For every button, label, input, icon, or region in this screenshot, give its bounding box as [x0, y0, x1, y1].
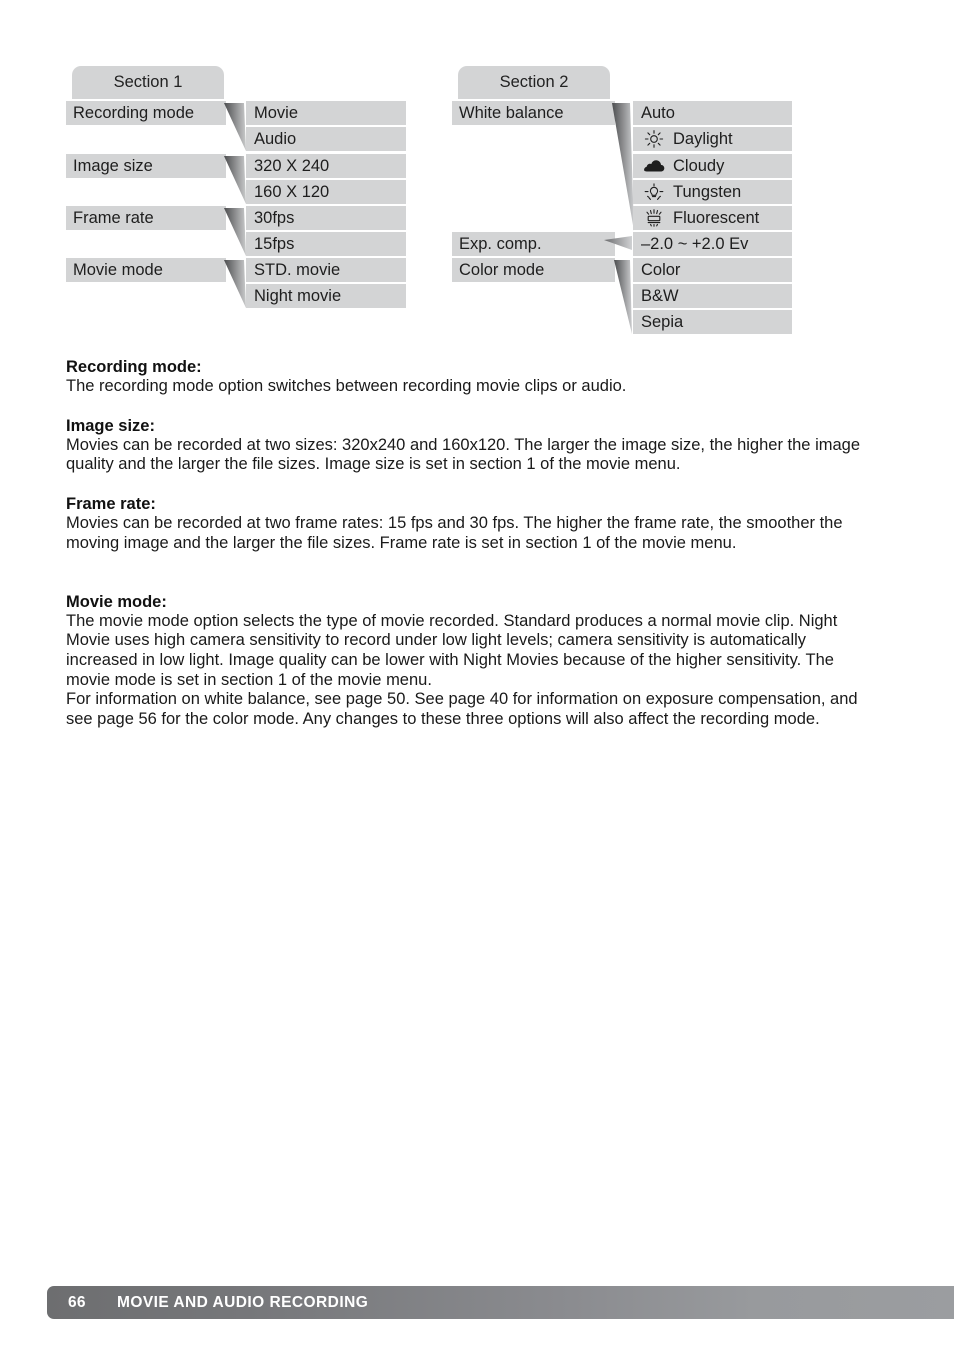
menu-option-cloudy-label: Cloudy — [673, 157, 725, 175]
section-2-tab: Section 2 — [458, 66, 610, 99]
menu-option-15fps[interactable]: 15fps — [246, 232, 406, 256]
menu-option-tungsten[interactable]: Tungsten — [633, 180, 792, 204]
section-1-tab: Section 1 — [72, 66, 224, 99]
menu-label-color-mode[interactable]: Color mode — [452, 258, 615, 282]
menu-option-30fps[interactable]: 30fps — [246, 206, 406, 230]
menu-label-frame-rate[interactable]: Frame rate — [66, 206, 226, 230]
menu-option-movie[interactable]: Movie — [246, 101, 406, 125]
menu-option-fluorescent[interactable]: Fluorescent — [633, 206, 792, 230]
heading-recording-mode: Recording mode: — [66, 358, 202, 376]
menu-label-image-size[interactable]: Image size — [66, 154, 226, 178]
section-recording-mode: Recording mode: The recording mode optio… — [66, 357, 878, 397]
menu-option-auto[interactable]: Auto — [633, 101, 792, 125]
fluorescent-tube-icon — [641, 209, 667, 227]
heading-movie-mode: Movie mode: — [66, 592, 167, 611]
menu-option-exposure-range[interactable]: –2.0 ~ +2.0 Ev — [633, 232, 792, 256]
menu-label-movie-mode[interactable]: Movie mode — [66, 258, 226, 282]
menu-option-night-movie[interactable]: Night movie — [246, 284, 406, 308]
body-image-size: Movies can be recorded at two sizes: 320… — [66, 435, 861, 474]
camera-menu-diagram: Section 1 Recording mode Image size Fram… — [0, 0, 954, 345]
connector-wedge-color-mode — [604, 258, 636, 336]
menu-option-sepia[interactable]: Sepia — [633, 310, 792, 334]
section-image-size: Image size: Movies can be recorded at tw… — [66, 416, 878, 475]
menu-option-auto-label: Auto — [641, 104, 675, 122]
lightbulb-icon — [641, 183, 667, 201]
menu-option-fluorescent-label: Fluorescent — [673, 209, 760, 227]
menu-label-recording-mode[interactable]: Recording mode — [66, 101, 226, 125]
menu-label-exp-comp[interactable]: Exp. comp. — [452, 232, 615, 256]
cloud-icon — [641, 157, 667, 175]
section-frame-rate: Frame rate: Movies can be recorded at tw… — [66, 494, 878, 553]
menu-option-320x240[interactable]: 320 X 240 — [246, 154, 406, 178]
connector-wedge-white-balance — [598, 101, 638, 233]
menu-option-bw[interactable]: B&W — [633, 284, 792, 308]
menu-option-daylight[interactable]: Daylight — [633, 127, 792, 151]
page-footer: 66 MOVIE AND AUDIO RECORDING — [47, 1286, 954, 1319]
body-recording-mode: The recording mode option switches betwe… — [66, 377, 627, 395]
heading-image-size: Image size: — [66, 416, 155, 435]
menu-option-audio[interactable]: Audio — [246, 127, 406, 151]
heading-frame-rate: Frame rate: — [66, 495, 156, 514]
sun-icon — [641, 130, 667, 148]
body-movie-mode-cross-references: For information on white balance, see pa… — [66, 690, 858, 729]
section-movie-mode: Movie mode: The movie mode option select… — [66, 592, 878, 730]
menu-option-std-movie[interactable]: STD. movie — [246, 258, 406, 282]
body-movie-mode: The movie mode option selects the type o… — [66, 611, 838, 689]
connector-wedge-exp-comp — [604, 234, 636, 256]
menu-option-tungsten-label: Tungsten — [673, 183, 742, 201]
body-frame-rate: Movies can be recorded at two frame rate… — [66, 514, 843, 552]
article-body: Recording mode: The recording mode optio… — [66, 357, 878, 730]
menu-label-white-balance[interactable]: White balance — [452, 101, 615, 125]
page-number: 66 — [68, 1294, 86, 1311]
menu-option-160x120[interactable]: 160 X 120 — [246, 180, 406, 204]
menu-option-daylight-label: Daylight — [673, 130, 733, 148]
menu-option-color[interactable]: Color — [633, 258, 792, 282]
footer-chapter-title: MOVIE AND AUDIO RECORDING — [117, 1294, 369, 1311]
paragraph-gap-large — [66, 554, 878, 592]
menu-option-cloudy[interactable]: Cloudy — [633, 154, 792, 178]
